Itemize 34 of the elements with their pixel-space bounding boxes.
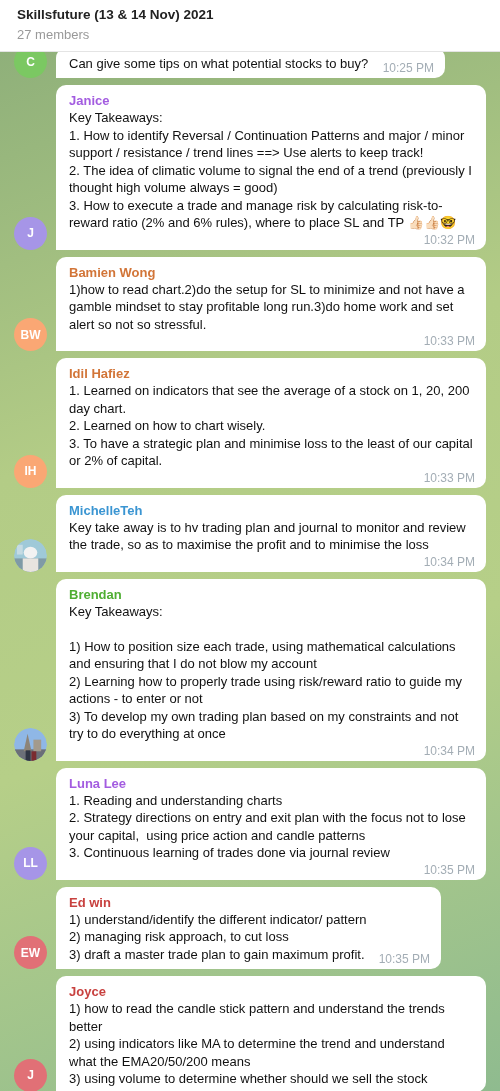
sender-name: Bamien Wong — [69, 263, 157, 281]
message-time: 10:33 PM — [423, 334, 475, 348]
avatar[interactable]: J — [14, 216, 47, 250]
message-time: 10:25 PM — [382, 61, 434, 75]
sender-name: Ed win — [69, 893, 112, 911]
message-time: 10:35 PM — [378, 952, 430, 966]
sender-name: MichelleTeh — [69, 501, 144, 519]
message-text: Key Takeaways: 1) How to position size each trade, using mathematical calculations and ensuring that I do not blow my account 2) Learning how to properly trade using risk/reward ratio to guide my actions - to enter or not 3) To develop my own trading plan based on my constraints and not try to do everything at once — [69, 602, 464, 743]
sender-name: Idil Hafiez — [69, 365, 131, 382]
message-time: 10:32 PM — [423, 232, 475, 247]
avatar[interactable]: LL — [14, 846, 47, 880]
avatar[interactable]: IH — [14, 454, 47, 488]
member-count: 27 members — [17, 26, 91, 44]
message-time: 10:33 PM — [423, 470, 475, 485]
message-text: 1) understand/identify the different indicator/ pattern 2) managing risk approach, to cut loss 3) draft a master trade plan to gain maximum profit. — [69, 910, 367, 963]
message-text: 1. Reading and understanding charts 2. Strategy directions on entry and exit plan with the focus not to lose your capital, using price action and candle patterns 3. Continuous learning of trades done via journal review — [69, 791, 467, 862]
message-text: Key Takeaways: 1. How to identify Reversal / Continuation Patterns and major / minor support / resistance / trend lines ==> Use alerts to keep track! 2. The idea of climatic volume to signal the end of a trend (previously I thought high volume always = good) 3. How to execute a trade and manage risk by calculating risk-to-reward ratio (2% and 6% rules), where to place SL and TP 👍🏻👍🏻🤓 — [69, 109, 473, 232]
message-time: 10:34 PM — [423, 554, 475, 569]
message-text: Can give some tips on what potential stocks to buy? — [69, 54, 369, 72]
message-text: 1) how to read the candle stick pattern and understand the trends better 2) using indicators like MA to determine the trend and understand what the EMA20/50/200 means 3) using volume to determine whether should we sell the stock — [69, 1000, 446, 1088]
message-time: 10:34 PM — [423, 743, 475, 758]
sender-name: Janice — [69, 92, 111, 109]
avatar[interactable]: J — [14, 1058, 47, 1091]
message-time: 10:35 PM — [423, 862, 475, 877]
sender-name: Luna Lee — [69, 774, 128, 792]
avatar[interactable]: BW — [14, 318, 47, 351]
avatar[interactable]: C — [14, 52, 47, 78]
sender-name: Brendan — [69, 585, 123, 603]
message-text: 1. Learned on indicators that see the average of a stock on 1, 20, 200 day chart. 2. Learned on how to chart wisely. 3. To have a strategic plan and minimise loss to the least of our capital or 2% of capital. — [69, 382, 474, 470]
message-text: Key take away is to hv trading plan and journal to monitor and review the trade, so as to maximise the profit and to minimise the loss — [69, 518, 467, 554]
chat-title: Skillsfuture (13 & 14 Nov) 2021 — [17, 6, 215, 24]
message-text: 1)how to read chart.2)do the setup for SL to minimize and not have a gamble mindset to stay profitable long run.3)do home work and set alert so not so stressful. — [69, 280, 466, 333]
avatar[interactable]: EW — [14, 936, 47, 969]
sender-name: Joyce — [69, 983, 107, 1000]
